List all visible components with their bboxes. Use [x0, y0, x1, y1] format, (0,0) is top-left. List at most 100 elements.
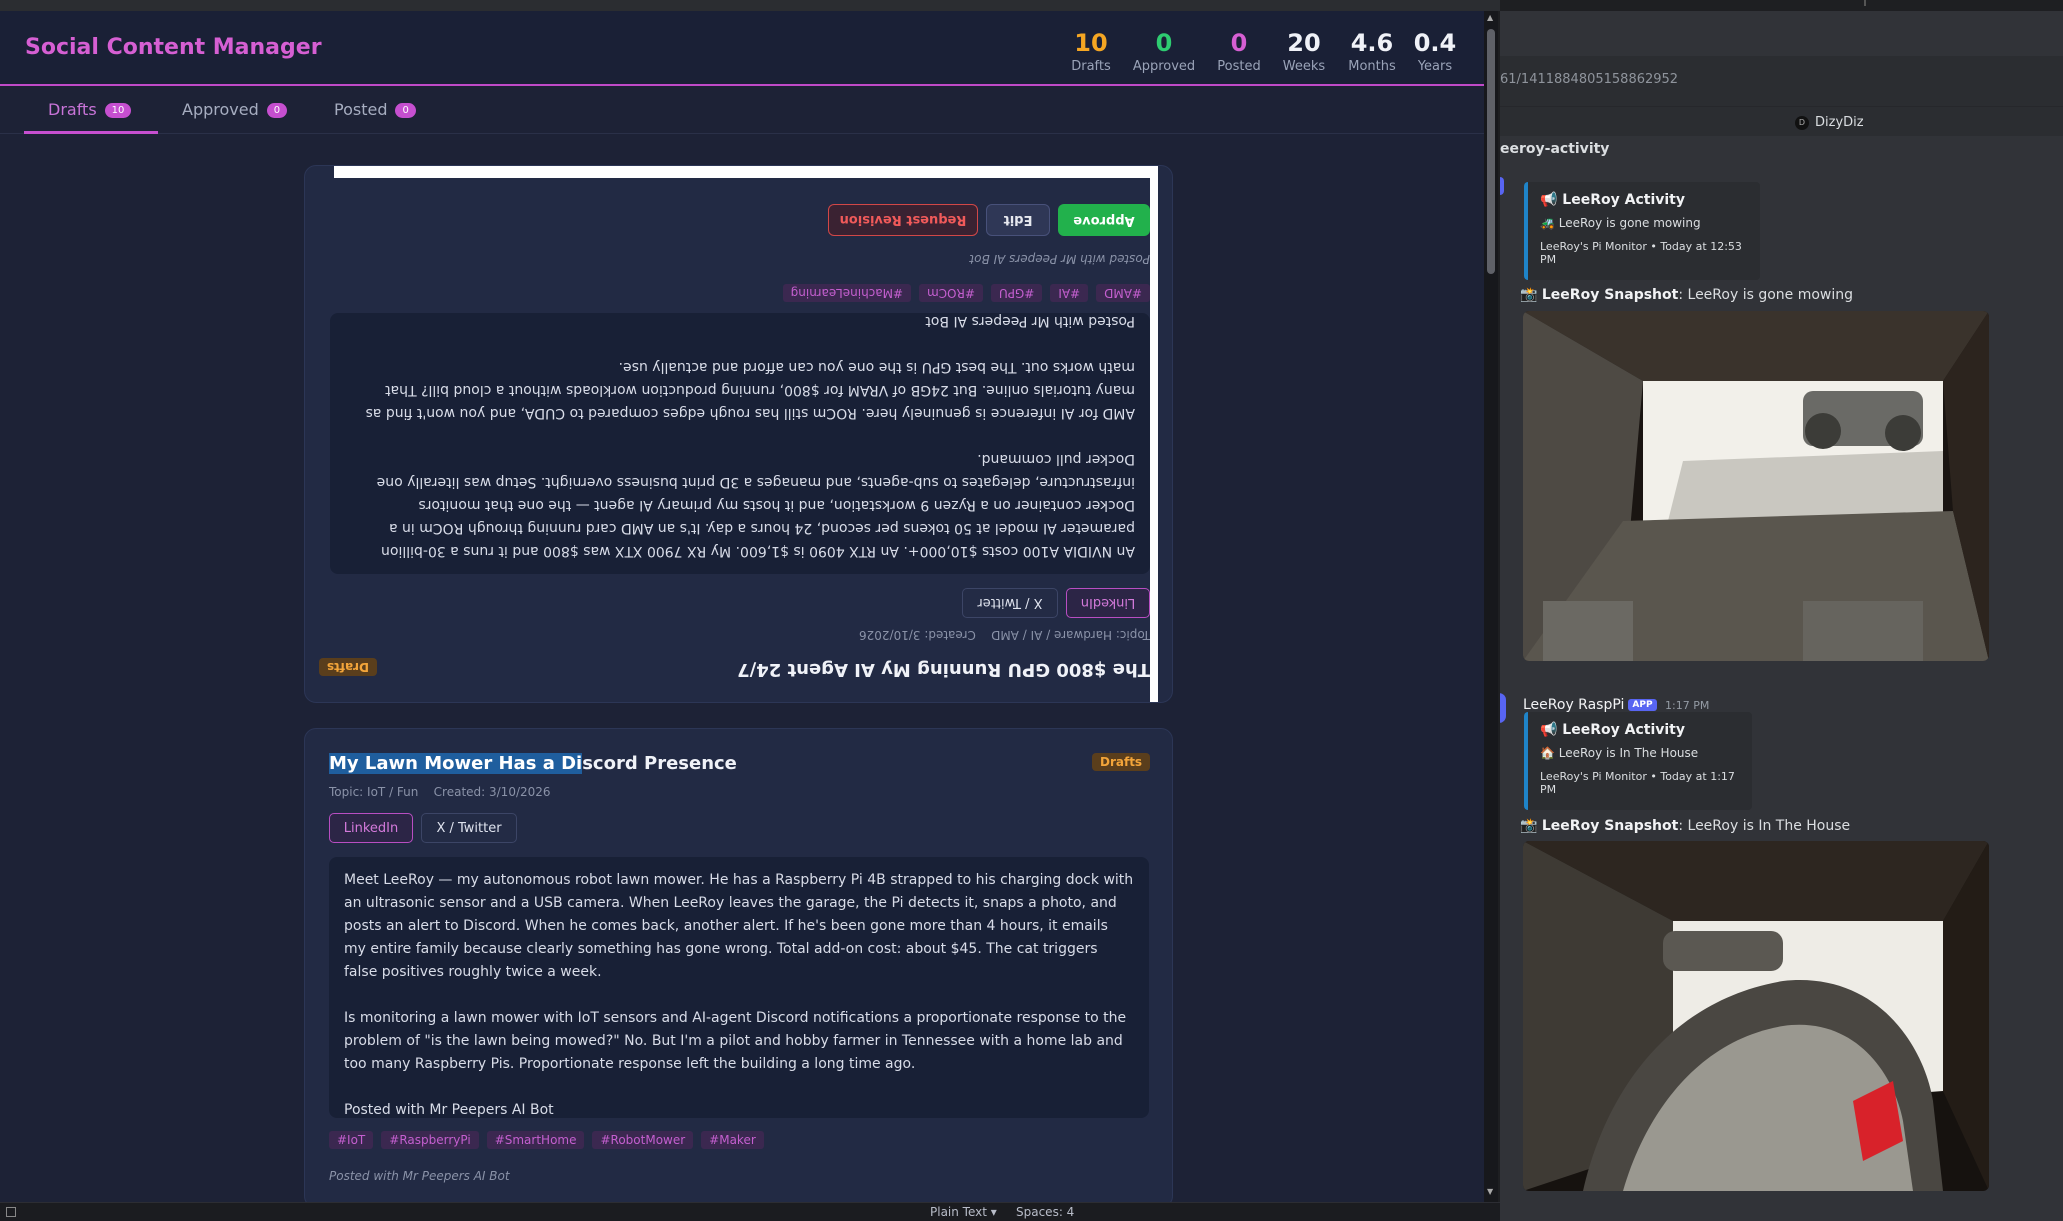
scroll-down-icon[interactable]: ▼: [1487, 1187, 1493, 1196]
stat-label: Years: [1417, 59, 1453, 74]
twitter-button[interactable]: X / Twitter: [421, 813, 517, 843]
tab-label: Drafts: [48, 100, 97, 119]
card-meta: Topic: IoT / Fun Created: 3/10/2026: [329, 785, 551, 799]
snapshot-message: 📸 LeeRoy Snapshot: LeeRoy is In The Hous…: [1520, 818, 1851, 834]
stat-label: Approved: [1132, 59, 1196, 74]
drafts-list: The $800 GPU Running My AI Agent 24/7 Dr…: [0, 135, 1484, 1202]
twitter-button[interactable]: X / Twitter: [962, 588, 1058, 618]
overlay-bar: [334, 166, 1158, 178]
activity-embed: 📢 LeeRoy Activity 🚜 LeeRoy is gone mowin…: [1524, 182, 1760, 280]
stat-posted: 0 Posted: [1204, 29, 1274, 74]
message-time: 1:17 PM: [1665, 699, 1710, 712]
social-content-manager-app: Social Content Manager 10 Drafts 0 Appro…: [0, 11, 1484, 1202]
snapshot-text: : LeeRoy is In The House: [1678, 818, 1851, 834]
app-title: Social Content Manager: [25, 35, 322, 60]
channel-name: eeroy-activity: [1500, 141, 1610, 157]
hashtag: #RaspberryPi: [381, 1131, 479, 1149]
tab-count-badge: 0: [395, 103, 416, 118]
scroll-up-icon[interactable]: ▲: [1487, 13, 1493, 22]
stat-months: 4.6 Months: [1337, 29, 1407, 74]
draft-card: The $800 GPU Running My AI Agent 24/7 Dr…: [304, 165, 1173, 703]
syntax-selector[interactable]: Plain Text ▾: [930, 1205, 997, 1219]
hashtag: #ROCm: [919, 284, 983, 302]
embed-description: 🚜 LeeRoy is gone mowing: [1540, 216, 1701, 230]
tab-approved[interactable]: Approved 0: [158, 88, 298, 134]
card-topic: Topic: IoT / Fun: [329, 785, 419, 799]
status-tabs: Drafts 10 Approved 0 Posted 0: [0, 88, 1484, 134]
hashtag: #MachineLearning: [782, 284, 912, 302]
hashtag: #IoT: [329, 1131, 374, 1149]
post-body: An NVIDIA A100 costs $10,000+. An RTX 40…: [330, 313, 1150, 574]
hashtag: #GPU: [990, 284, 1043, 302]
username: DizyDiz: [1815, 115, 1864, 130]
post-body: Meet LeeRoy — my autonomous robot lawn m…: [329, 857, 1149, 1118]
right-window-top-strip: [1500, 0, 2063, 11]
tab-label: Posted: [334, 100, 388, 119]
overlay-edge: [1150, 166, 1158, 702]
title-rest: scord Presence: [582, 753, 737, 774]
status-badge: Drafts: [318, 658, 377, 676]
bot-message-header: LeeRoy RaspPi APP 1:17 PM: [1523, 697, 1709, 713]
linkedin-button[interactable]: LinkedIn: [329, 813, 413, 843]
posted-note: Posted with Mr Peepers AI Bot: [329, 1169, 510, 1183]
embed-footer: LeeRoy's Pi Monitor • Today at 12:53 PM: [1540, 240, 1742, 266]
stat-value: 0.4: [1413, 29, 1457, 57]
card-created: Created: 3/10/2026: [858, 628, 976, 642]
card-meta: Topic: Hardware / AI / AMD Created: 3/10…: [859, 628, 1150, 642]
hashtag: #SmartHome: [486, 1131, 585, 1149]
hashtag-list: #IoT #RaspberryPi #SmartHome #RobotMower…: [329, 1131, 764, 1149]
post-paragraph: Posted with Mr Peepers AI Bot: [344, 1102, 554, 1118]
post-paragraph: Meet LeeRoy — my autonomous robot lawn m…: [344, 872, 1134, 980]
message-avatar: [1500, 177, 1504, 195]
bot-name[interactable]: LeeRoy RaspPi: [1523, 697, 1624, 713]
hashtag: #AI: [1050, 284, 1089, 302]
card-topic: Topic: Hardware / AI / AMD: [991, 628, 1150, 642]
request-revision-button[interactable]: Request Revision: [828, 204, 978, 236]
stat-label: Posted: [1217, 59, 1261, 74]
editor-scrollbar[interactable]: ▲ ▼: [1484, 11, 1498, 1202]
hashtag: #Maker: [701, 1131, 764, 1149]
post-paragraph: AMD for AI inference is genuinely here. …: [365, 359, 1135, 421]
tab-count-badge: 10: [104, 103, 132, 118]
selected-text: My Lawn Mower Has a Di: [329, 753, 583, 774]
snapshot-message: 📸 LeeRoy Snapshot: LeeRoy is gone mowing: [1520, 287, 1854, 303]
panel-icon[interactable]: [6, 1207, 16, 1217]
embed-footer: LeeRoy's Pi Monitor • Today at 1:17 PM: [1540, 770, 1735, 796]
card-created: Created: 3/10/2026: [433, 785, 551, 799]
edit-button[interactable]: Edit: [986, 204, 1050, 236]
stat-years: 0.4 Years: [1400, 29, 1470, 74]
current-user[interactable]: D DizyDiz: [1795, 115, 1864, 130]
tab-drafts[interactable]: Drafts 10: [24, 88, 158, 134]
snapshot-photo-home[interactable]: [1523, 841, 1989, 1191]
app-badge: APP: [1628, 699, 1657, 711]
hashtag: #AMD: [1096, 284, 1150, 302]
card-title: My Lawn Mower Has a Discord Presence: [329, 753, 737, 774]
scrollbar-thumb[interactable]: [1487, 29, 1495, 274]
stat-value: 0: [1155, 29, 1173, 57]
snapshot-label: LeeRoy Snapshot: [1541, 287, 1679, 303]
card-title: The $800 GPU Running My AI Agent 24/7: [737, 659, 1150, 680]
stat-label: Months: [1348, 59, 1396, 74]
syntax-label: Plain Text: [930, 1205, 987, 1219]
discord-title-bar: D DizyDiz: [1500, 106, 2063, 136]
posted-note: Posted with Mr Peepers AI Bot: [969, 252, 1150, 266]
discord-window: 61/1411884805158862952 D DizyDiz eeroy-ac…: [1500, 11, 2063, 1221]
post-paragraph: An NVIDIA A100 costs $10,000+. An RTX 40…: [376, 451, 1135, 559]
stat-value: 20: [1287, 29, 1321, 57]
snapshot-label: LeeRoy Snapshot: [1541, 818, 1679, 834]
snapshot-photo-mowing[interactable]: [1523, 311, 1989, 661]
activity-embed: 📢 LeeRoy Activity 🏠 LeeRoy is In The Hou…: [1524, 712, 1752, 810]
stat-value: 4.6: [1350, 29, 1394, 57]
tab-posted[interactable]: Posted 0: [310, 88, 440, 134]
hashtag-list: #AMD #AI #GPU #ROCm #MachineLearning: [782, 284, 1150, 302]
linkedin-button[interactable]: LinkedIn: [1066, 588, 1150, 618]
user-avatar: D: [1795, 116, 1809, 130]
discord-url-bar[interactable]: 61/1411884805158862952: [1500, 56, 2063, 106]
approve-button[interactable]: Approve: [1058, 204, 1150, 236]
editor-status-bar: Plain Text ▾ Spaces: 4: [0, 1202, 1500, 1221]
indentation-setting[interactable]: Spaces: 4: [1016, 1205, 1074, 1219]
tab-label: Approved: [182, 100, 259, 119]
stat-weeks: 20 Weeks: [1269, 29, 1339, 74]
embed-title: 📢 LeeRoy Activity: [1540, 722, 1685, 738]
stat-label: Weeks: [1282, 59, 1326, 74]
